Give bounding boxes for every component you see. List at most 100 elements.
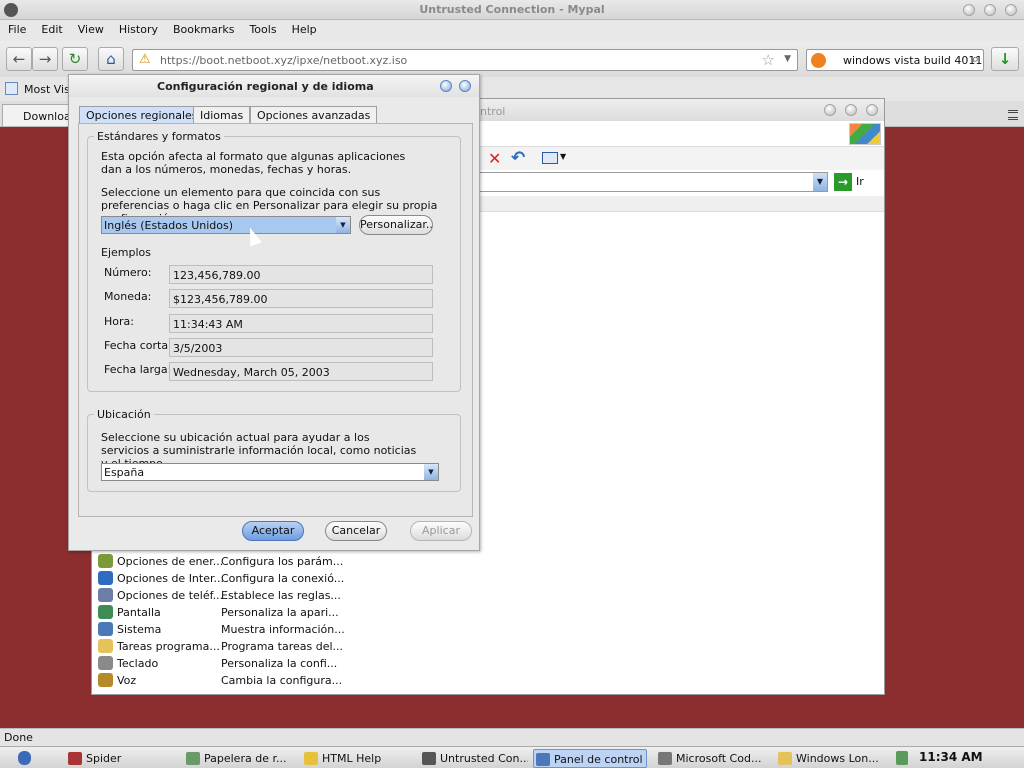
control-panel-title: ntrol xyxy=(480,105,506,118)
taskbar-item[interactable]: Windows Lon... xyxy=(776,749,884,768)
taskbar-item[interactable]: Untrusted Con... xyxy=(420,749,528,768)
item-name: Tareas programa... xyxy=(117,640,220,653)
search-query: windows vista build 4011 xyxy=(843,54,983,67)
cp-go-button[interactable]: → Ir xyxy=(834,172,864,192)
chevron-down-icon[interactable]: ▼ xyxy=(424,464,438,480)
delete-icon[interactable]: ✕ xyxy=(488,149,501,168)
taskbar-item-label: Panel de control xyxy=(554,753,643,766)
menu-help[interactable]: Help xyxy=(284,20,324,36)
cp-minimize-button[interactable] xyxy=(824,104,836,116)
code-icon xyxy=(658,752,672,765)
dialog-help-button[interactable] xyxy=(440,80,452,92)
cp-address-dropdown-icon[interactable]: ▼ xyxy=(813,173,827,191)
network-icon xyxy=(896,751,908,765)
item-description: Personaliza la apari... xyxy=(221,606,339,619)
url-bar[interactable]: ⚠ https://boot.netboot.xyz/ipxe/netboot.… xyxy=(132,49,798,71)
views-icon[interactable] xyxy=(542,152,558,164)
folder-icon xyxy=(778,752,792,765)
regional-options-panel: Estándares y formatos Esta opción afecta… xyxy=(78,123,473,517)
list-item[interactable]: Pantalla Personaliza la apari... xyxy=(98,604,428,621)
microphone-icon xyxy=(98,673,113,687)
example-value: 11:34:43 AM xyxy=(169,314,433,333)
tab-opciones-avanzadas[interactable]: Opciones avanzadas xyxy=(250,106,378,123)
menu-tools[interactable]: Tools xyxy=(241,20,283,36)
list-item[interactable]: Sistema Muestra información... xyxy=(98,621,428,638)
list-item[interactable]: Voz Cambia la configura... xyxy=(98,672,428,689)
menu-file[interactable]: File xyxy=(0,20,33,36)
item-description: Muestra información... xyxy=(221,623,345,636)
menu-bookmarks[interactable]: Bookmarks xyxy=(165,20,241,36)
spider-icon xyxy=(68,752,82,765)
list-item[interactable]: Opciones de teléf... Establece las reglas… xyxy=(98,587,428,604)
search-box[interactable]: windows vista build 4011 ⌕ xyxy=(806,49,984,71)
taskbar-item-label: Untrusted Con... xyxy=(440,752,528,765)
bookmark-star-icon[interactable]: ☆ xyxy=(762,51,775,69)
list-item[interactable]: Tareas programa... Programa tareas del... xyxy=(98,638,428,655)
menu-history[interactable]: History xyxy=(111,20,165,36)
dialog-title: Configuración regional y de idioma xyxy=(157,80,374,93)
item-name: Teclado xyxy=(117,657,159,670)
go-label: Ir xyxy=(856,175,864,188)
tab-downloads[interactable]: Downloac xyxy=(2,104,72,126)
item-description: Programa tareas del... xyxy=(221,640,344,653)
example-label: Hora: xyxy=(104,315,134,328)
maximize-button[interactable] xyxy=(984,4,996,16)
cp-maximize-button[interactable] xyxy=(845,104,857,116)
windows-logo-icon xyxy=(849,123,881,145)
tab-idiomas[interactable]: Idiomas xyxy=(193,106,251,123)
location-select[interactable]: España ▼ xyxy=(101,463,439,481)
home-icon[interactable]: ⌂ xyxy=(98,47,124,71)
list-item[interactable]: Opciones de Inter... Configura la conexió… xyxy=(98,570,428,587)
search-engine-icon[interactable] xyxy=(811,53,826,68)
url-dropdown-icon[interactable]: ▼ xyxy=(784,54,791,64)
taskbar-item[interactable]: Papelera de r... xyxy=(184,749,292,768)
taskbar-item[interactable]: Microsoft Cod... xyxy=(656,749,766,768)
tab-list-icon[interactable] xyxy=(1008,110,1018,120)
example-value: 123,456,789.00 xyxy=(169,265,433,284)
example-label: Fecha larga: xyxy=(104,363,172,376)
forward-icon[interactable]: → xyxy=(32,47,58,71)
apply-button[interactable]: Aplicar xyxy=(410,521,472,541)
help-icon xyxy=(304,752,318,765)
undo-icon[interactable]: ↶ xyxy=(511,148,525,168)
taskbar-item[interactable]: HTML Help xyxy=(302,749,410,768)
item-description: Configura la conexió... xyxy=(221,572,345,585)
taskbar-item-label: Microsoft Cod... xyxy=(676,752,762,765)
example-label: Número: xyxy=(104,266,152,279)
item-description: Personaliza la confi... xyxy=(221,657,338,670)
list-item[interactable]: Opciones de ener... Configura los parám..… xyxy=(98,553,428,570)
cp-close-button[interactable] xyxy=(866,104,878,116)
minimize-button[interactable] xyxy=(963,4,975,16)
taskbar-item[interactable]: Panel de control xyxy=(533,749,647,768)
customize-button[interactable]: Personalizar... xyxy=(359,215,433,235)
chevron-down-icon[interactable]: ▼ xyxy=(336,217,350,233)
views-dropdown-icon[interactable]: ▼ xyxy=(560,152,566,161)
search-icon[interactable]: ⌕ xyxy=(972,52,979,67)
warning-icon: ⚠ xyxy=(139,52,151,67)
menu-view[interactable]: View xyxy=(70,20,111,36)
browser-titlebar: Untrusted Connection - Mypal xyxy=(0,0,1024,20)
tab-opciones-regionales[interactable]: Opciones regionales xyxy=(79,106,205,123)
start-apple-icon[interactable] xyxy=(18,751,31,765)
format-select[interactable]: Inglés (Estados Unidos) ▼ xyxy=(101,216,351,234)
cancel-button[interactable]: Cancelar xyxy=(325,521,387,541)
url-text: https://boot.netboot.xyz/ipxe/netboot.xy… xyxy=(160,54,408,67)
control-panel-items: Opciones de ener... Configura los parám..… xyxy=(98,553,428,689)
download-icon[interactable]: ↓ xyxy=(991,47,1019,71)
example-value: Wednesday, March 05, 2003 xyxy=(169,362,433,381)
dialog-close-button[interactable] xyxy=(459,80,471,92)
taskbar-item[interactable]: Spider xyxy=(66,749,174,768)
recycle-bin-icon xyxy=(186,752,200,765)
ok-button[interactable]: Aceptar xyxy=(242,521,304,541)
item-description: Configura los parám... xyxy=(221,555,344,568)
list-item[interactable]: Teclado Personaliza la confi... xyxy=(98,655,428,672)
example-label: Moneda: xyxy=(104,290,152,303)
menu-edit[interactable]: Edit xyxy=(33,20,69,36)
item-description: Cambia la configura... xyxy=(221,674,343,687)
status-bar: Done xyxy=(0,728,1024,746)
back-icon[interactable]: ← xyxy=(6,47,32,71)
location-legend: Ubicación xyxy=(97,408,151,421)
close-button[interactable] xyxy=(1005,4,1017,16)
regional-language-dialog: Configuración regional y de idioma Opcio… xyxy=(68,74,480,551)
reload-icon[interactable]: ↻ xyxy=(62,47,88,71)
